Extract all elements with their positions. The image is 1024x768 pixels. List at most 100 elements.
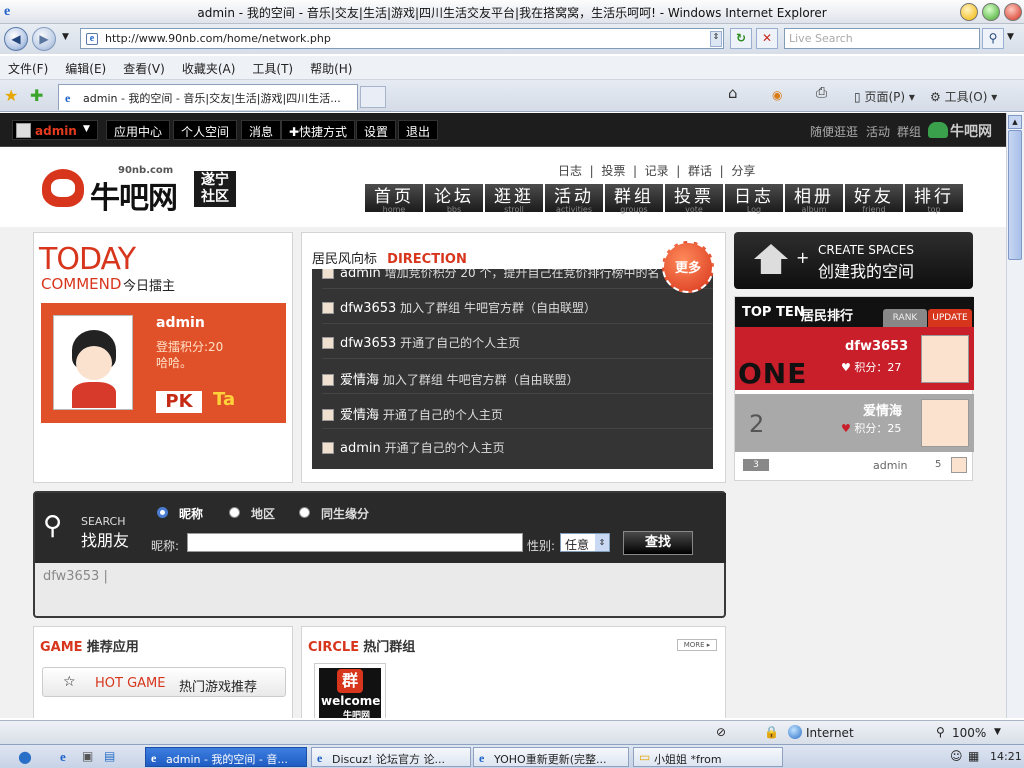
nav-bbs[interactable]: 论坛 bbs (425, 184, 483, 214)
gender-select[interactable]: 任意 ⇕ (560, 533, 610, 552)
nav-home[interactable]: 首页 home (365, 184, 423, 214)
champion-name[interactable]: admin (156, 315, 205, 331)
zoom-dropdown-icon[interactable]: ▼ (994, 727, 1001, 737)
quicklaunch-media-icon[interactable]: ▣ (82, 749, 93, 763)
link-activities[interactable]: 活动 (866, 123, 890, 140)
home-icon[interactable]: ⌂ (728, 84, 738, 102)
menu-tools[interactable]: 工具(T) (244, 56, 302, 77)
topnav-app-center[interactable]: 应用中心 (106, 120, 171, 140)
page-menu[interactable]: ▯ 页面(P) ▾ (854, 88, 915, 105)
tab-rank[interactable]: RANK (883, 309, 927, 327)
menu-help[interactable]: 帮助(H) (302, 56, 361, 77)
more-badge[interactable]: 更多 (662, 241, 714, 293)
address-input[interactable]: http://www.90nb.com/home/network.php (80, 28, 724, 49)
topnav-messages[interactable]: 消息 (241, 120, 282, 140)
rank-row-2[interactable]: 2 爱情海 ♥ 积分：25 (735, 394, 974, 452)
quicklaunch-ie-icon[interactable]: e (60, 749, 66, 765)
add-favorite-icon[interactable]: ✚ (30, 86, 43, 105)
history-dropdown-icon[interactable]: ▼ (62, 32, 69, 42)
stop-icon[interactable]: ✕ (756, 28, 778, 49)
champion-avatar[interactable] (53, 315, 133, 410)
radio-region[interactable] (229, 507, 240, 518)
tab-update[interactable]: UPDATE (928, 309, 972, 327)
rank-1-avatar[interactable] (921, 335, 969, 383)
topnav-settings[interactable]: 设置 (356, 120, 397, 140)
task-yoho[interactable]: e YOHO重新更新(完整... (473, 747, 629, 767)
print-icon[interactable]: ⎙ (816, 85, 827, 101)
rank-2-name[interactable]: 爱情海 (863, 400, 902, 419)
feed-user[interactable]: dfw3653 (340, 301, 396, 316)
close-button[interactable] (1004, 3, 1022, 21)
forward-button[interactable]: ▶ (32, 27, 56, 51)
menu-file[interactable]: 文件(F) (0, 56, 57, 77)
rank-3-name[interactable]: admin (873, 459, 907, 472)
radio-nickname[interactable] (157, 507, 168, 518)
sublink-vote[interactable]: 投票 (601, 164, 625, 178)
nickname-input[interactable] (187, 533, 523, 552)
sublink-group-talk[interactable]: 群话 (688, 164, 712, 178)
topnav-shortcuts[interactable]: ✚快捷方式 (281, 120, 356, 140)
nav-vote[interactable]: 投票 vote (665, 184, 723, 214)
nav-top[interactable]: 排行 top (905, 184, 963, 214)
start-icon[interactable]: ● (18, 747, 32, 766)
menu-favorites[interactable]: 收藏夹(A) (174, 56, 245, 77)
group-thumbnail[interactable]: 群 welcome 牛吧网 (314, 663, 386, 718)
task-admin-space[interactable]: e admin - 我的空间 - 音... (145, 747, 307, 767)
sublink-log[interactable]: 日志 (558, 164, 582, 178)
rank-3-avatar[interactable] (951, 457, 967, 473)
topnav-personal-space[interactable]: 个人空间 (173, 120, 238, 140)
tools-menu[interactable]: ⚙ 工具(O) ▾ (930, 88, 997, 105)
nav-groups[interactable]: 群组 groups (605, 184, 663, 214)
rank-row-3[interactable]: 3 admin 5 (735, 454, 974, 478)
minimize-button[interactable] (960, 3, 978, 21)
feeds-icon[interactable]: ◉ (772, 88, 782, 102)
nav-log[interactable]: 日志 Log (725, 184, 783, 214)
user-menu[interactable]: admin ▼ (12, 120, 98, 140)
back-button[interactable]: ◀ (4, 27, 28, 51)
rank-1-name[interactable]: dfw3653 (845, 339, 908, 354)
task-discuz[interactable]: e Discuz! 论坛官方 论... (311, 747, 471, 767)
feed-user[interactable]: admin (340, 269, 381, 281)
favorites-star-icon[interactable]: ★ (4, 86, 18, 105)
pk-ta-label[interactable]: Ta (213, 389, 235, 410)
radio-birthday[interactable] (299, 507, 310, 518)
circle-more-button[interactable]: MORE ▸ (677, 639, 717, 651)
link-groups[interactable]: 群组 (897, 123, 921, 140)
feed-user[interactable]: admin (340, 441, 381, 456)
sublink-record[interactable]: 记录 (645, 164, 669, 178)
maximize-button[interactable] (982, 3, 1000, 21)
tray-network-icon[interactable]: ▦ (968, 749, 979, 763)
tray-qq-icon[interactable]: ☺ (950, 749, 963, 763)
search-result[interactable]: dfw3653 | (43, 569, 108, 584)
rank-row-1[interactable]: ONE dfw3653 ♥ 积分：27 (735, 327, 974, 390)
sublink-share[interactable]: 分享 (731, 164, 755, 178)
create-space-button[interactable]: + CREATE SPACES 创建我的空间 (734, 232, 973, 289)
rank-2-avatar[interactable] (921, 399, 969, 447)
nav-stroll[interactable]: 逛逛 stroll (485, 184, 543, 214)
new-tab-button[interactable] (360, 86, 386, 108)
topnav-logout[interactable]: 退出 (398, 120, 439, 140)
task-qq-chat[interactable]: ▭ 小姐姐 *from (633, 747, 783, 767)
zoom-icon[interactable]: ⚲ (936, 725, 945, 739)
search-options-icon[interactable]: ▼ (1007, 32, 1014, 42)
menu-edit[interactable]: 编辑(E) (57, 56, 115, 77)
search-icon[interactable]: ⚲ (982, 28, 1004, 49)
link-stroll[interactable]: 随便逛逛 (810, 123, 858, 140)
nav-album[interactable]: 相册 album (785, 184, 843, 214)
scrollbar-thumb[interactable] (1008, 130, 1022, 260)
live-search-input[interactable]: Live Search (784, 28, 980, 49)
zoom-level[interactable]: 100% (952, 726, 986, 740)
scroll-up-icon[interactable]: ▲ (1008, 115, 1022, 129)
pk-button[interactable]: PK (156, 391, 202, 413)
address-dropdown-icon[interactable]: ⇕ (710, 31, 722, 47)
feed-user[interactable]: 爱情海 (340, 373, 379, 388)
nav-friend[interactable]: 好友 friend (845, 184, 903, 214)
popup-blocker-icon[interactable]: ⊘ (716, 725, 726, 739)
feed-user[interactable]: 爱情海 (340, 408, 379, 423)
refresh-icon[interactable]: ↻ (730, 28, 752, 49)
protected-mode-icon[interactable]: 🔒 (764, 725, 779, 739)
quicklaunch-desktop-icon[interactable]: ▤ (104, 749, 115, 763)
find-button[interactable]: 查找 (623, 531, 693, 555)
tab-active[interactable]: e admin - 我的空间 - 音乐|交友|生活|游戏|四川生活... (58, 84, 358, 110)
nav-activities[interactable]: 活动 activities (545, 184, 603, 214)
